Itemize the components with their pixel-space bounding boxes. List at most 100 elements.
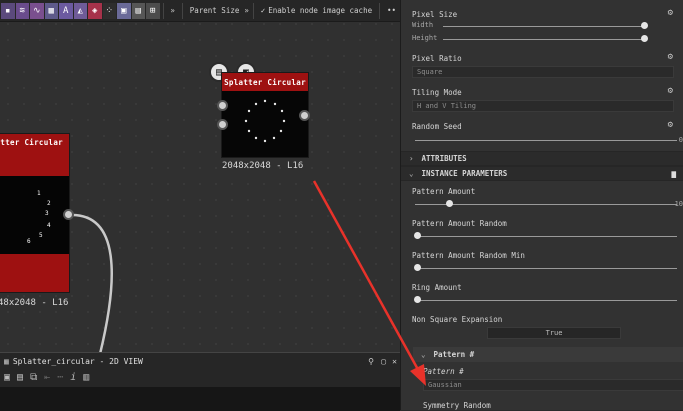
- chevron-down-icon: ⌄: [421, 350, 426, 359]
- pixel-ratio-dropdown[interactable]: Square: [412, 66, 674, 78]
- 2d-view-titlebar: ▦ Splatter_circular - 2D VIEW ⚲ ▢ ✕: [0, 353, 400, 369]
- attributes-title: ATTRIBUTES: [421, 154, 467, 163]
- random-seed-value: 0: [678, 136, 683, 144]
- splatter-number: 5: [39, 232, 43, 239]
- height-slider[interactable]: [443, 39, 645, 40]
- splatter-number: 4: [47, 222, 51, 229]
- pattern-amount-random-slider[interactable]: [415, 236, 677, 237]
- text-icon[interactable]: A: [59, 2, 73, 19]
- 2d-view-title: Splatter_circular - 2D VIEW: [12, 356, 143, 366]
- pattern-amount-random-knob[interactable]: [414, 232, 421, 239]
- input-port[interactable]: [217, 100, 228, 111]
- splatter-number: 6: [27, 238, 31, 245]
- tiling-mode-dropdown[interactable]: H and V Tiling: [412, 100, 674, 112]
- info-icon[interactable]: i: [70, 372, 76, 383]
- ring-amount-slider[interactable]: [415, 300, 677, 301]
- pixel-size-label: Pixel Size: [412, 10, 458, 19]
- instance-parameters-title: INSTANCE PARAMETERS: [421, 169, 508, 178]
- link-icon[interactable]: ⚙: [668, 8, 673, 18]
- 2d-view-toolbar: ▣ ▤ ⧉ ⇤ ⋯ i ▥: [0, 369, 400, 385]
- toolbar-divider: [181, 2, 183, 19]
- output-port[interactable]: [299, 110, 310, 121]
- maximize-icon[interactable]: ▢: [381, 357, 386, 366]
- graph-canvas[interactable]: Splatter Circular 1 2 3 4 5 6 48x2048 - …: [0, 0, 400, 354]
- copy-icon[interactable]: ⧉: [30, 372, 37, 383]
- parent-size-arrow[interactable]: »: [243, 4, 250, 17]
- node-title: Splatter Circular: [0, 134, 69, 150]
- pattern-amount-label: Pattern Amount: [412, 187, 476, 196]
- pattern-group-title: Pattern #: [433, 350, 475, 359]
- pattern-amount-random-min-label: Pattern Amount Random Min: [412, 251, 525, 260]
- node-preview: 1 2 3 4 5 6: [0, 176, 69, 254]
- ring-amount-knob[interactable]: [414, 296, 421, 303]
- non-square-expansion-label: Non Square Expansion: [412, 315, 503, 324]
- pattern-icon[interactable]: ⁘: [102, 2, 116, 19]
- pattern-group-section[interactable]: ⌄ Pattern #: [413, 347, 683, 362]
- shape-icon[interactable]: ◭: [73, 2, 87, 19]
- width-slider[interactable]: [443, 26, 645, 27]
- dots-icon[interactable]: ⋯: [57, 372, 63, 383]
- channels-icon[interactable]: ▤: [131, 2, 145, 19]
- curve-icon[interactable]: ∿: [30, 2, 44, 19]
- toolbar-divider: [252, 2, 254, 19]
- pattern-amount-knob[interactable]: [446, 200, 453, 207]
- splatter-number: 3: [45, 210, 49, 217]
- tiling-mode-label: Tiling Mode: [412, 88, 462, 97]
- 2d-view-panel: ▦ Splatter_circular - 2D VIEW ⚲ ▢ ✕ ▣ ▤ …: [0, 352, 400, 411]
- node-preview: [222, 91, 308, 157]
- pattern-amount-random-min-knob[interactable]: [414, 264, 421, 271]
- pin-icon[interactable]: ⚲: [368, 357, 374, 366]
- pattern-amount-random-label: Pattern Amount Random: [412, 219, 507, 228]
- splatter-number: 2: [47, 200, 51, 207]
- pattern-dropdown[interactable]: Gaussian: [423, 379, 683, 391]
- node-icon[interactable]: ▪: [1, 2, 15, 19]
- input-port[interactable]: [217, 119, 228, 130]
- graph-toolbar: ▪ ≋ ∿ ▦ A ◭ ◈ ⁘ ▣ ▤ ⊞ » Parent Size » ✓ E…: [0, 0, 400, 22]
- image-icon[interactable]: ▣: [4, 372, 10, 383]
- node-footer-band: [0, 254, 69, 292]
- histogram-icon[interactable]: ▥: [83, 372, 89, 383]
- pixel-ratio-label: Pixel Ratio: [412, 54, 462, 63]
- enable-cache-label: Enable node image cache: [268, 6, 373, 15]
- arrow-icon[interactable]: ⇤: [44, 372, 50, 383]
- link-icon[interactable]: ⚙: [668, 120, 673, 130]
- save-icon[interactable]: ▤: [17, 372, 23, 383]
- toolbar-divider: [162, 2, 164, 19]
- link-icon[interactable]: ⚙: [668, 52, 673, 62]
- non-square-expansion-toggle[interactable]: True: [487, 327, 621, 339]
- levels-icon[interactable]: ▦: [44, 2, 58, 19]
- node-title: Splatter Circular: [222, 73, 308, 91]
- pattern-amount-value: 10: [674, 200, 683, 208]
- pattern-amount-slider[interactable]: [415, 204, 677, 205]
- chevron-right-icon: ›: [409, 154, 414, 163]
- toolbar-divider: [379, 2, 380, 19]
- enable-cache-toggle[interactable]: ✓ Enable node image cache: [257, 4, 376, 17]
- height-label: Height: [412, 34, 438, 42]
- toolbar-overflow-button[interactable]: »: [166, 4, 179, 17]
- image-icon[interactable]: ▣: [117, 2, 131, 19]
- panel-icon: ▦: [4, 356, 9, 366]
- attributes-section[interactable]: › ATTRIBUTES: [401, 151, 683, 166]
- height-slider-knob[interactable]: [641, 35, 648, 42]
- parent-size-dropdown[interactable]: Parent Size: [186, 4, 244, 17]
- splatter-number: 1: [37, 190, 41, 197]
- instance-parameters-section[interactable]: ⌄ INSTANCE PARAMETERS ▆: [401, 166, 683, 181]
- gradient-icon[interactable]: ≋: [15, 2, 29, 19]
- grid-icon[interactable]: ⊞: [146, 2, 160, 19]
- link-icon[interactable]: ⚙: [668, 86, 673, 96]
- random-seed-label: Random Seed: [412, 122, 462, 131]
- output-port[interactable]: [63, 209, 74, 220]
- more-options-button[interactable]: ••: [383, 4, 400, 17]
- splatter-circular-node-top[interactable]: Splatter Circular: [221, 72, 309, 158]
- splatter-circular-node-left[interactable]: Splatter Circular 1 2 3 4 5 6: [0, 133, 70, 293]
- random-seed-slider[interactable]: [415, 140, 677, 141]
- pattern-label: Pattern #: [423, 367, 464, 376]
- 2d-view-canvas[interactable]: [0, 387, 400, 411]
- width-label: Width: [412, 21, 434, 29]
- node-header-band: [0, 150, 69, 176]
- close-icon[interactable]: ✕: [392, 357, 397, 366]
- preset-icon[interactable]: ▆: [671, 169, 676, 178]
- width-slider-knob[interactable]: [641, 22, 648, 29]
- fill-icon[interactable]: ◈: [88, 2, 102, 19]
- pattern-amount-random-min-slider[interactable]: [415, 268, 677, 269]
